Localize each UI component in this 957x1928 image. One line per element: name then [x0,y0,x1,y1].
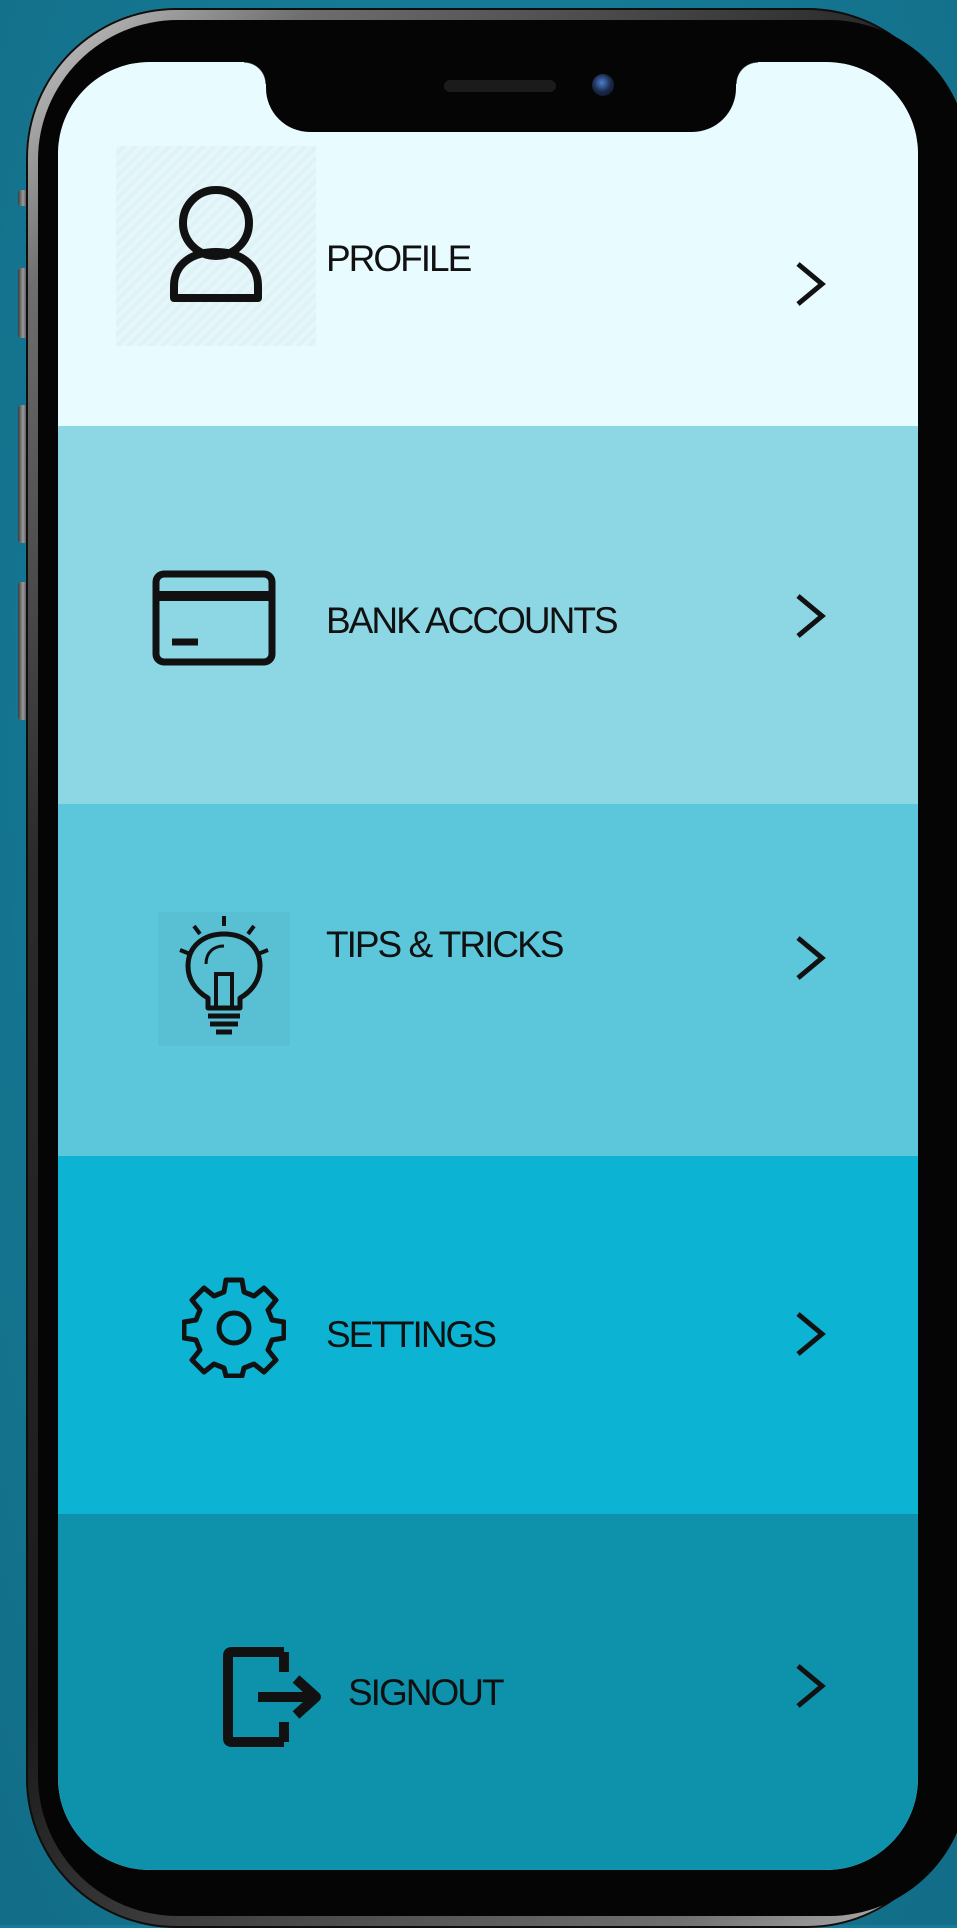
menu-item-label: PROFILE [326,238,472,279]
front-camera [592,74,614,96]
chevron-right-icon [778,586,838,646]
chevron-right-icon [778,1304,838,1364]
screen: PROFILE BANK ACCOUNTS TIPS & TRICKS SETT… [58,62,918,1870]
menu-item-label: BANK ACCOUNTS [326,600,619,641]
signout-icon [222,1646,328,1748]
chevron-right-icon [778,1656,838,1716]
menu-item-bank-accounts[interactable]: BANK ACCOUNTS [58,426,918,804]
menu-item-label: SIGNOUT [348,1672,505,1713]
credit-card-icon [152,570,276,666]
speaker-grille [444,80,556,92]
lightbulb-icon [158,912,290,1046]
user-icon [116,146,316,346]
menu-item-label: SETTINGS [326,1314,497,1355]
chevron-right-icon [778,928,838,988]
notch [244,62,758,132]
menu-item-signout[interactable]: SIGNOUT [58,1514,918,1870]
menu-item-settings[interactable]: SETTINGS [58,1156,918,1514]
gear-icon [182,1274,286,1378]
menu-item-tips-tricks[interactable]: TIPS & TRICKS [58,804,918,1156]
settings-menu: PROFILE BANK ACCOUNTS TIPS & TRICKS SETT… [58,62,918,1870]
menu-item-label: TIPS & TRICKS [326,924,564,965]
chevron-right-icon [778,254,838,314]
